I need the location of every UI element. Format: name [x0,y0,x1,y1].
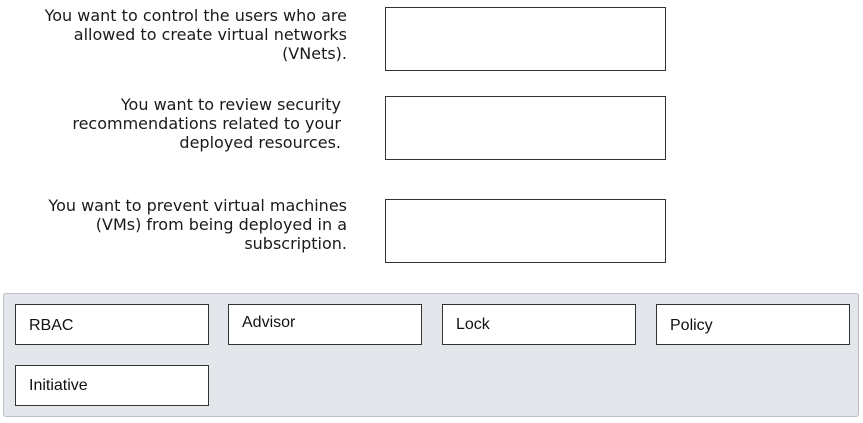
scenario-3-answer-box[interactable] [385,199,666,263]
scenario-3-line-3: subscription. [244,234,347,253]
scenario-1-line-1: You want to control the users who are [44,6,347,25]
option-lock-label: Lock [456,316,490,333]
scenario-2-line-3: deployed resources. [179,133,341,152]
scenario-3-line-2: (VMs) from being deployed in a [95,215,347,234]
scenario-2-answer-box[interactable] [385,96,666,160]
option-advisor-label: Advisor [242,314,296,331]
option-lock[interactable]: Lock [442,304,636,345]
option-rbac[interactable]: RBAC [15,304,209,345]
scenario-1-text: You want to control the users who are al… [45,6,347,63]
scenario-1-line-3: (VNets). [282,44,347,63]
answer-options-bank: RBAC Advisor Lock Policy Initiative [3,293,859,417]
option-policy[interactable]: Policy [656,304,850,345]
scenario-2-line-2: recommendations related to your [72,114,341,133]
scenario-1-answer-box[interactable] [385,7,666,71]
scenario-3-line-1: You want to prevent virtual machines [48,196,347,215]
scenario-2-line-1: You want to review security [120,95,341,114]
scenario-2-text: You want to review security recommendati… [72,95,341,152]
option-policy-label: Policy [670,317,713,334]
option-rbac-label: RBAC [29,317,74,334]
option-initiative[interactable]: Initiative [15,365,209,406]
scenario-1-line-2: allowed to create virtual networks [73,25,347,44]
option-initiative-label: Initiative [29,377,88,394]
option-advisor[interactable]: Advisor [228,304,422,345]
scenario-3-text: You want to prevent virtual machines (VM… [48,196,347,253]
